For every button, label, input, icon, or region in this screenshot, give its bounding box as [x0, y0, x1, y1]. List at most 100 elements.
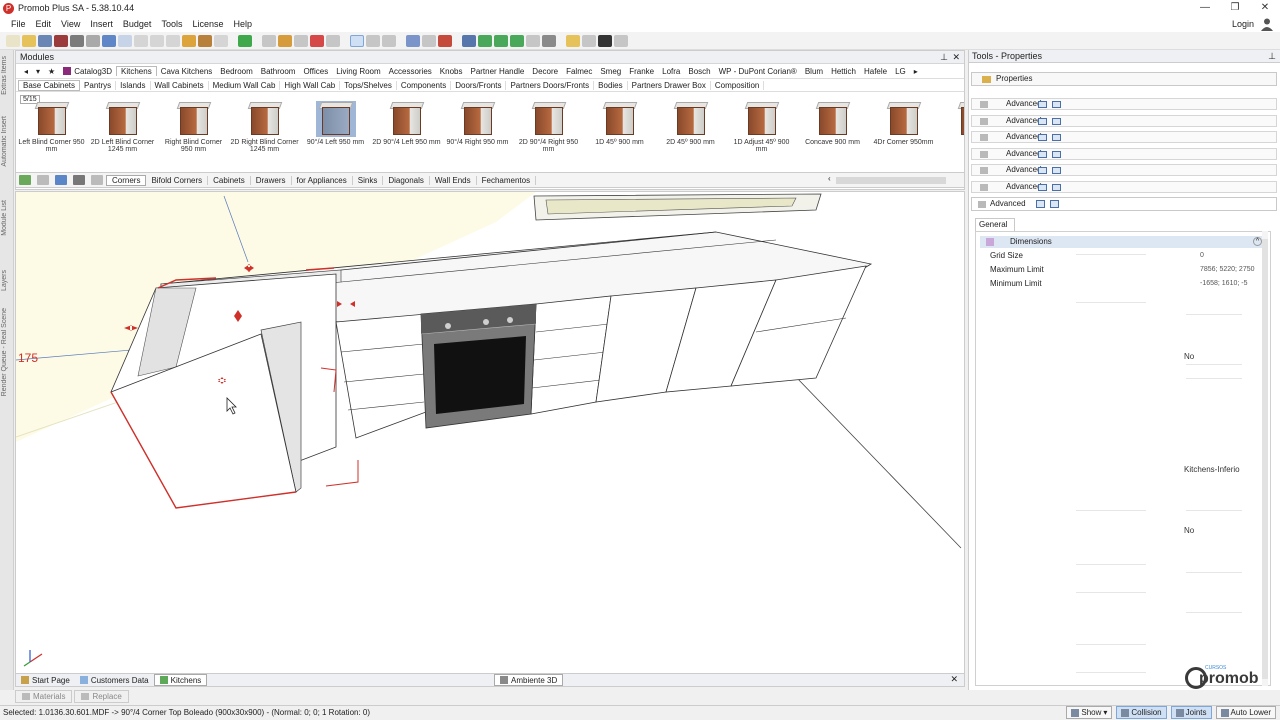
- tab-knobs[interactable]: Knobs: [436, 67, 467, 76]
- joints-toggle[interactable]: Joints: [1170, 706, 1212, 719]
- module-thumbnail[interactable]: Left Blind Corner 950 mm: [16, 99, 87, 161]
- tab-blum[interactable]: Blum: [801, 67, 827, 76]
- advanced-row[interactable]: Advanced: [971, 181, 1277, 193]
- tab-bosch[interactable]: Bosch: [684, 67, 714, 76]
- dimension-icon[interactable]: [438, 34, 452, 47]
- copy-icon[interactable]: [150, 34, 164, 47]
- tab-wp-dupont-corian[interactable]: WP - DuPont Corian®: [715, 67, 801, 76]
- views-icon[interactable]: [526, 34, 540, 47]
- menu-license[interactable]: License: [187, 19, 228, 29]
- tab-bifold-corners[interactable]: Bifold Corners: [146, 175, 209, 185]
- redo-icon[interactable]: [118, 34, 132, 47]
- select-icon[interactable]: [350, 34, 364, 47]
- maximum-limit-value[interactable]: 7856; 5220; 2750: [1200, 264, 1256, 276]
- menu-budget[interactable]: Budget: [118, 19, 157, 29]
- measure-icon[interactable]: [366, 34, 380, 47]
- move-icon[interactable]: [598, 34, 612, 47]
- save-icon[interactable]: [38, 34, 52, 47]
- properties-scrollbar[interactable]: [1262, 231, 1268, 686]
- tabs-scroll-right-icon[interactable]: ▸: [910, 67, 922, 76]
- advanced-main-row[interactable]: Advanced: [971, 197, 1277, 211]
- module-thumbnail[interactable]: 2D Right Blind Corner 1245 mm: [229, 99, 300, 161]
- tab-wall-ends[interactable]: Wall Ends: [430, 175, 477, 185]
- module-thumbnail[interactable]: 1D Adjust 45º 900 mm: [726, 99, 797, 161]
- tab-kitchens[interactable]: Kitchens: [116, 66, 157, 76]
- layout-icon[interactable]: [262, 34, 276, 47]
- forward-arrow-icon[interactable]: [510, 34, 524, 47]
- tab-medium-wall-cab[interactable]: Medium Wall Cab: [209, 80, 281, 90]
- tab-base-cabinets[interactable]: Base Cabinets: [18, 79, 81, 91]
- catalog-prev-icon[interactable]: ◂: [20, 67, 32, 76]
- list-view-icon[interactable]: [1052, 167, 1061, 175]
- tab-cava-kitchens[interactable]: Cava Kitchens: [157, 67, 217, 76]
- grid-view-icon[interactable]: [1038, 150, 1047, 158]
- scroll-left-icon[interactable]: ‹: [828, 174, 831, 183]
- minimum-limit-value[interactable]: -1658; 1610; -5: [1200, 278, 1256, 290]
- tab-hettich[interactable]: Hettich: [827, 67, 860, 76]
- automatic-insert-tab[interactable]: Automatic Insert: [1, 116, 8, 167]
- menu-help[interactable]: Help: [228, 19, 257, 29]
- extras-items-tab[interactable]: Extras Items: [1, 56, 8, 95]
- menu-tools[interactable]: Tools: [156, 19, 187, 29]
- ambiente-3d-tab[interactable]: Ambiente 3D: [494, 674, 564, 686]
- properties-tab[interactable]: Properties: [971, 72, 1277, 86]
- shape-icon[interactable]: [294, 34, 308, 47]
- panel-pin-icon[interactable]: ⊥: [1268, 50, 1276, 63]
- scrollbar-thumb[interactable]: [836, 177, 946, 184]
- tab-corners[interactable]: Corners: [106, 174, 147, 186]
- close-icon[interactable]: ✕: [952, 51, 960, 64]
- tab-customers-data[interactable]: Customers Data: [75, 674, 154, 686]
- tab-lg[interactable]: LG: [891, 67, 910, 76]
- paste-icon[interactable]: [166, 34, 180, 47]
- list-view-icon[interactable]: [1052, 134, 1061, 142]
- add-icon[interactable]: [19, 175, 31, 185]
- tab-composition[interactable]: Composition: [711, 80, 765, 90]
- module-thumbnail[interactable]: Concave 900 mm: [797, 99, 868, 161]
- list-view-icon[interactable]: [1052, 117, 1061, 125]
- tab-materials[interactable]: Materials: [15, 690, 73, 703]
- tab-hafele[interactable]: Hafele: [860, 67, 891, 76]
- minimize-button[interactable]: —: [1190, 0, 1220, 16]
- tab-drawers[interactable]: Drawers: [251, 175, 292, 185]
- module-thumbnail[interactable]: 1D 45º 900 mm: [584, 99, 655, 161]
- pin-icon[interactable]: ⊥: [940, 51, 948, 64]
- list-view-icon[interactable]: [1052, 150, 1061, 158]
- cut-icon[interactable]: [134, 34, 148, 47]
- tab-bathroom[interactable]: Bathroom: [257, 67, 300, 76]
- back-arrow-icon[interactable]: [494, 34, 508, 47]
- eye-icon[interactable]: [462, 34, 476, 47]
- tab-cabinets[interactable]: Cabinets: [208, 175, 251, 185]
- catalog-next-icon[interactable]: ▾: [32, 67, 44, 76]
- advanced-row[interactable]: Advanced: [971, 131, 1277, 144]
- pick-icon[interactable]: [182, 34, 196, 47]
- tab-fechamentos[interactable]: Fechamentos: [477, 175, 537, 185]
- list-view-icon[interactable]: [1052, 184, 1061, 191]
- collision-toggle[interactable]: Collision: [1116, 706, 1167, 719]
- snap-icon[interactable]: [406, 34, 420, 47]
- module-list-tab[interactable]: Module List: [1, 200, 8, 236]
- maximize-button[interactable]: ❐: [1220, 0, 1250, 16]
- render-queue-icon[interactable]: [70, 34, 84, 47]
- tab-sinks[interactable]: Sinks: [353, 175, 384, 185]
- tab-doors-fronts[interactable]: Doors/Fronts: [451, 80, 507, 90]
- camera-icon[interactable]: [478, 34, 492, 47]
- tab-replace[interactable]: Replace: [74, 690, 129, 703]
- list-view-icon[interactable]: [1052, 101, 1061, 108]
- module-thumbnail[interactable]: 2D 90°/4 Left 950 mm: [371, 99, 442, 161]
- tab-start-page[interactable]: Start Page: [16, 674, 75, 686]
- tab-living-room[interactable]: Living Room: [332, 67, 384, 76]
- render-queue-tab[interactable]: Render Queue - Real Scene: [1, 308, 8, 396]
- tab-partner-handle[interactable]: Partner Handle: [466, 67, 528, 76]
- tab-offices[interactable]: Offices: [299, 67, 332, 76]
- new-file-icon[interactable]: [6, 34, 20, 47]
- category-scrollbar[interactable]: ‹ ›: [828, 174, 974, 185]
- grid-view-icon[interactable]: [1038, 134, 1047, 142]
- menu-file[interactable]: File: [6, 19, 31, 29]
- tab-tops-shelves[interactable]: Tops/Shelves: [340, 80, 397, 90]
- advanced-row[interactable]: Advanced: [971, 114, 1277, 127]
- render-icon[interactable]: [54, 34, 68, 47]
- tab-wall-cabinets[interactable]: Wall Cabinets: [151, 80, 209, 90]
- tab-accessories[interactable]: Accessories: [385, 67, 436, 76]
- grid-icon[interactable]: [382, 34, 396, 47]
- grid-view-icon[interactable]: [91, 175, 103, 185]
